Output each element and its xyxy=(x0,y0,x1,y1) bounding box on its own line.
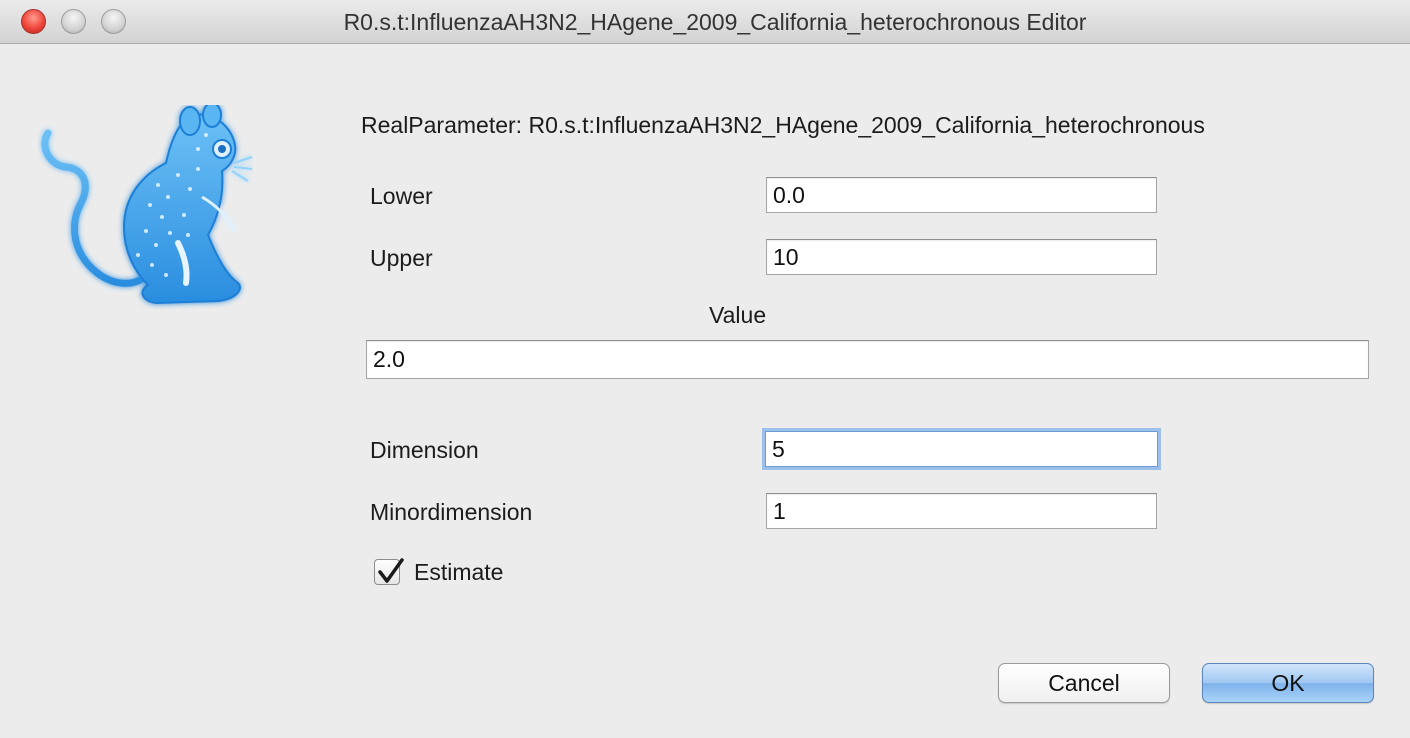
minordimension-field[interactable] xyxy=(766,493,1157,529)
value-label: Value xyxy=(709,302,767,328)
estimate-label[interactable]: Estimate xyxy=(414,559,503,586)
beast-mouse-logo-icon xyxy=(41,105,253,305)
lower-field[interactable] xyxy=(766,177,1157,213)
parameter-heading: RealParameter: R0.s.t:InfluenzaAH3N2_HAg… xyxy=(361,112,1205,138)
upper-field[interactable] xyxy=(766,239,1157,275)
editor-window: R0.s.t:InfluenzaAH3N2_HAgene_2009_Califo… xyxy=(0,0,1410,738)
dimension-field[interactable] xyxy=(765,431,1158,467)
minordimension-label: Minordimension xyxy=(370,499,533,525)
value-field[interactable] xyxy=(366,340,1369,379)
cancel-button[interactable]: Cancel xyxy=(998,663,1170,703)
title-bar[interactable]: R0.s.t:InfluenzaAH3N2_HAgene_2009_Califo… xyxy=(0,0,1410,44)
window-title: R0.s.t:InfluenzaAH3N2_HAgene_2009_Califo… xyxy=(343,9,1087,35)
ok-button[interactable]: OK xyxy=(1202,663,1374,703)
dimension-label: Dimension xyxy=(370,437,479,463)
lower-label: Lower xyxy=(370,183,433,209)
estimate-checkbox[interactable] xyxy=(374,558,404,585)
upper-label: Upper xyxy=(370,245,433,271)
checkmark-icon xyxy=(378,558,404,583)
